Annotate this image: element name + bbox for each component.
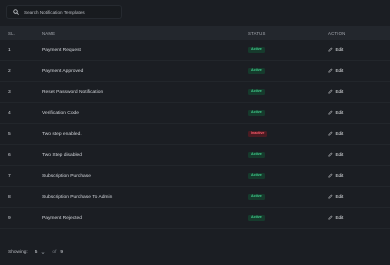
status-badge: Active: [248, 214, 265, 222]
row-sl: 5: [8, 131, 11, 137]
status-badge: Active: [248, 151, 265, 159]
search-input[interactable]: [24, 7, 121, 17]
pencil-icon: [328, 172, 333, 178]
row-action: Edit: [328, 215, 390, 222]
table-row: 4 Verification Code Active Edit: [0, 103, 390, 124]
edit-button[interactable]: Edit: [328, 89, 343, 94]
row-name: Two step enabled.: [42, 131, 82, 137]
pencil-icon: [328, 67, 333, 73]
edit-button[interactable]: Edit: [328, 215, 343, 220]
row-name: Verification Code: [42, 110, 79, 116]
row-status: Active: [248, 214, 328, 222]
edit-label: Edit: [335, 46, 344, 52]
row-name: Subscription Purchase: [42, 173, 91, 179]
pencil-icon: [328, 46, 333, 52]
pencil-icon: [328, 88, 333, 94]
row-sl: 7: [8, 173, 11, 179]
status-badge: Active: [248, 46, 265, 54]
pagination-footer: Showing: 5 of 9: [0, 240, 390, 265]
table-row: 8 Subscription Purchase To Admin Active Edi…: [0, 187, 390, 208]
pencil-icon: [328, 109, 333, 115]
row-name: Payment Approved: [42, 68, 84, 74]
status-badge: Active: [248, 67, 265, 75]
page-size-value: 5: [34, 250, 38, 255]
row-sl: 4: [8, 110, 11, 116]
status-badge: Active: [248, 109, 265, 117]
status-badge: Active: [248, 193, 265, 201]
row-action: Edit: [328, 110, 390, 117]
search-icon: [13, 9, 19, 15]
row-status: Active: [248, 67, 328, 75]
chevron-down-icon: [42, 251, 45, 254]
search-box[interactable]: [6, 5, 122, 19]
table-row: 1 Payment Request Active Edit: [0, 40, 390, 61]
notification-templates-page: SL. NAME STATUS ACTION 1 Payment Request A…: [0, 0, 390, 265]
page-size-select[interactable]: 5: [35, 250, 46, 255]
status-badge: Active: [248, 172, 265, 180]
edit-label: Edit: [335, 151, 344, 157]
row-status: Active: [248, 88, 328, 96]
row-sl: 3: [8, 89, 11, 95]
edit-button[interactable]: Edit: [328, 131, 343, 136]
pencil-icon: [328, 151, 333, 157]
pencil-icon: [328, 214, 333, 220]
row-sl: 6: [8, 152, 11, 158]
edit-button[interactable]: Edit: [328, 110, 343, 115]
row-sl: 9: [8, 215, 11, 221]
row-status: Active: [248, 46, 328, 54]
edit-label: Edit: [335, 214, 344, 220]
edit-label: Edit: [335, 193, 344, 199]
edit-button[interactable]: Edit: [328, 68, 343, 73]
row-sl: 8: [8, 194, 11, 200]
status-badge: Active: [248, 88, 265, 96]
edit-button[interactable]: Edit: [328, 194, 343, 199]
edit-label: Edit: [335, 130, 344, 136]
row-action: Edit: [328, 152, 390, 159]
table-row: 5 Two step enabled. Inactive Edit: [0, 124, 390, 145]
showing-label: Showing:: [8, 250, 28, 255]
edit-label: Edit: [335, 88, 344, 94]
edit-label: Edit: [335, 67, 344, 73]
table-row: 9 Payment Rejected Active Edit: [0, 208, 390, 229]
edit-label: Edit: [335, 172, 344, 178]
row-status: Active: [248, 109, 328, 117]
status-badge: Inactive: [248, 130, 268, 138]
header-status: STATUS: [248, 30, 266, 36]
row-action: Edit: [328, 173, 390, 180]
pencil-icon: [328, 193, 333, 199]
row-sl: 2: [8, 68, 11, 74]
row-name: Subscription Purchase To Admin: [42, 194, 113, 200]
row-status: Active: [248, 172, 328, 180]
row-action: Edit: [328, 89, 390, 96]
edit-button[interactable]: Edit: [328, 173, 343, 178]
row-name: Payment Request: [42, 47, 81, 53]
header-action: ACTION: [328, 30, 346, 36]
row-action: Edit: [328, 47, 390, 54]
table-header: SL. NAME STATUS ACTION: [0, 26, 390, 40]
row-status: Active: [248, 151, 328, 159]
row-action: Edit: [328, 194, 390, 201]
table-row: 3 Reset Password Notification Active Edit: [0, 82, 390, 103]
row-status: Inactive: [248, 130, 328, 138]
row-name: Payment Rejected: [42, 215, 82, 221]
pencil-icon: [328, 130, 333, 136]
edit-label: Edit: [335, 109, 344, 115]
edit-button[interactable]: Edit: [328, 152, 343, 157]
row-action: Edit: [328, 68, 390, 75]
row-sl: 1: [8, 47, 11, 53]
edit-button[interactable]: Edit: [328, 47, 343, 52]
table-row: 7 Subscription Purchase Active Edit: [0, 166, 390, 187]
total-count: 9: [60, 250, 64, 255]
header-name: NAME: [42, 30, 56, 36]
of-label: of: [52, 250, 57, 255]
header-sl: SL.: [8, 30, 16, 36]
templates-table: SL. NAME STATUS ACTION 1 Payment Request A…: [0, 26, 390, 229]
row-name: Reset Password Notification: [42, 89, 104, 95]
table-body: 1 Payment Request Active Edit 2 Payment Appro…: [0, 40, 390, 229]
row-name: Two Step disabled: [42, 152, 82, 158]
table-row: 2 Payment Approved Active Edit: [0, 61, 390, 82]
row-action: Edit: [328, 131, 390, 138]
row-status: Active: [248, 193, 328, 201]
table-row: 6 Two Step disabled Active Edit: [0, 145, 390, 166]
